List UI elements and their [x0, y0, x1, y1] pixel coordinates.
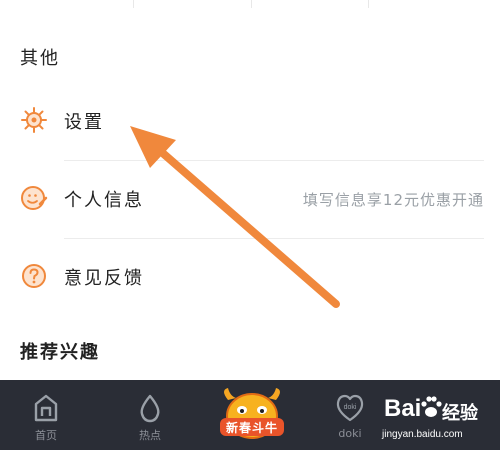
home-icon: [34, 394, 58, 422]
menu-item-label: 个人信息: [64, 190, 144, 211]
question-icon: [22, 264, 46, 288]
paw-icon: [421, 396, 442, 417]
bull-mascot-icon: [220, 388, 284, 439]
watermark-url: jingyan.baidu.com: [382, 429, 463, 440]
watermark-logo: Bai: [384, 395, 422, 422]
flame-drop-icon: [140, 394, 160, 423]
menu-item-label: 意见反馈: [64, 268, 144, 289]
section-title-recommend: 推荐兴趣: [20, 342, 100, 363]
gear-icon: [21, 107, 47, 133]
nav-label: 热点: [139, 429, 161, 442]
nav-home[interactable]: 首页: [6, 380, 86, 450]
menu-item-settings[interactable]: 设置: [0, 82, 500, 160]
svg-text:doki: doki: [344, 404, 357, 411]
nav-label: 首页: [35, 429, 57, 442]
nav-hot[interactable]: 热点: [110, 380, 190, 450]
tab-divider: [368, 0, 369, 8]
watermark-text: 经验: [442, 403, 478, 424]
menu-item-feedback[interactable]: 意见反馈: [0, 238, 500, 316]
baidu-jingyan-watermark: Bai 经验 jingyan.baidu.com: [376, 393, 500, 450]
menu-item-personal-info[interactable]: 个人信息 填写信息享12元优惠开通: [0, 160, 500, 238]
promo-label: 新春斗牛: [225, 421, 278, 435]
personal-info-promo-hint[interactable]: 填写信息享12元优惠开通: [303, 189, 484, 210]
top-tab-strip: [0, 0, 500, 12]
menu-item-label: 设置: [64, 112, 104, 133]
section-title-other: 其他: [20, 48, 60, 69]
tab-divider: [133, 0, 134, 8]
doki-heart-icon: doki: [336, 394, 364, 422]
tab-divider: [251, 0, 252, 8]
profile-icon: [21, 186, 48, 210]
